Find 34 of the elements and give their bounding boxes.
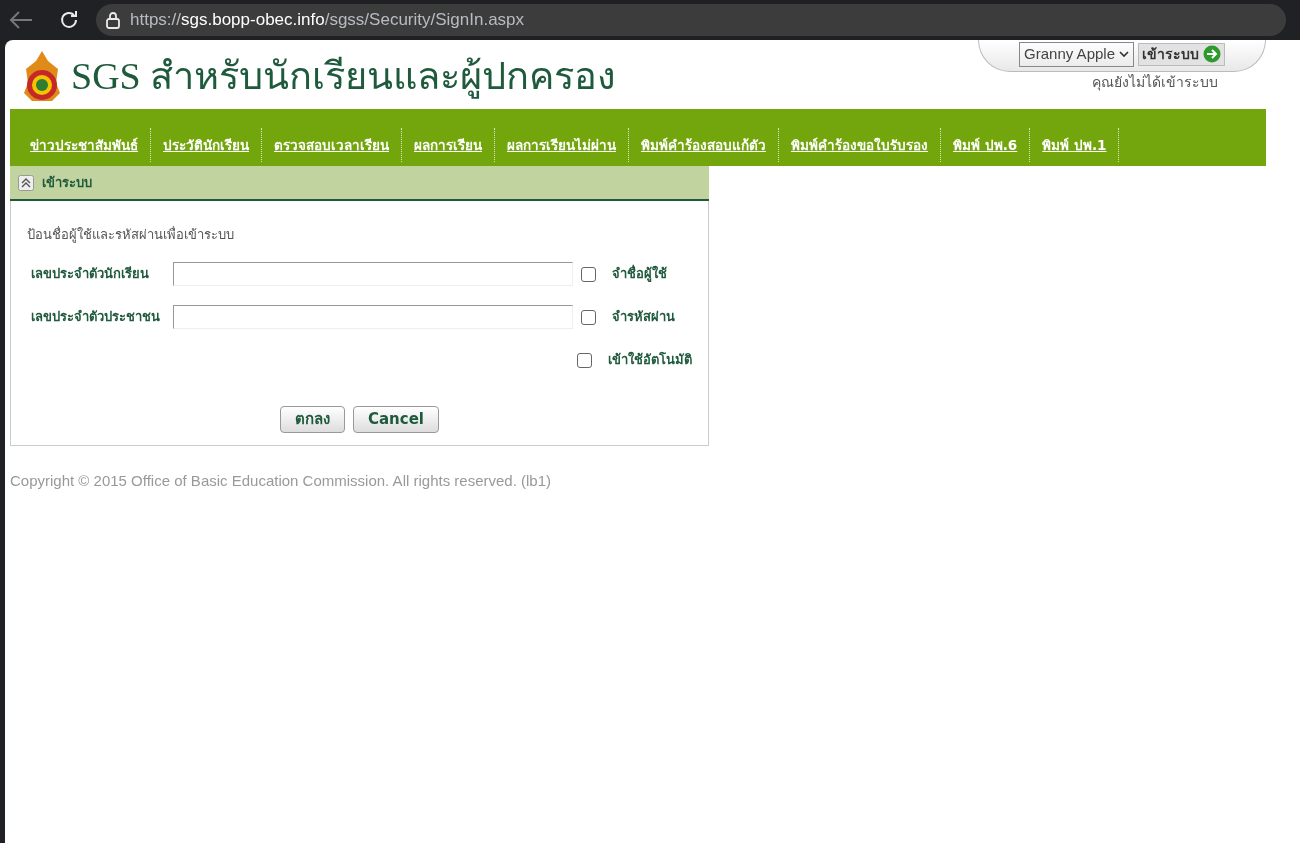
input-field[interactable] [173, 305, 573, 329]
site-title: SGS สำหรับนักเรียนและผู้ปกครอง [71, 54, 617, 101]
form-button[interactable]: Cancel [353, 405, 439, 433]
input-field[interactable] [173, 262, 573, 286]
menu-item[interactable]: ประวัตินักเรียน [151, 128, 262, 162]
checkbox-label[interactable]: จำรหัสผ่าน [612, 307, 675, 327]
checkbox-label[interactable]: เข้าใช้อัตโนมัติ [608, 350, 692, 370]
form-button[interactable]: ตกลง [280, 405, 345, 433]
reload-icon[interactable] [58, 9, 80, 31]
checkbox[interactable] [581, 309, 596, 325]
checkbox[interactable] [577, 352, 592, 368]
login-button[interactable]: เข้าระบบ [1138, 42, 1225, 66]
menu-item[interactable]: ข่าวประชาสัมพันธ์ [10, 128, 151, 162]
menu-item[interactable]: พิมพ์ ปพ.6 [941, 128, 1031, 162]
copyright-text: Copyright © 2015 Office of Basic Education Commission. All rights reserved. (lb1) [10, 471, 552, 491]
menu-item[interactable]: ตรวจสอบเวลาเรียน [262, 128, 402, 162]
menu-item[interactable]: พิมพ์คำร้องขอใบรับรอง [779, 128, 941, 162]
checkbox[interactable] [581, 266, 596, 282]
menu-item[interactable]: ผลการเรียนไม่ผ่าน [495, 128, 629, 162]
login-status: คุณยังไม่ได้เข้าระบบ [1092, 72, 1218, 93]
menu-item[interactable]: พิมพ์ ปพ.1 [1030, 128, 1120, 162]
menu-item[interactable]: ผลการเรียน [402, 128, 495, 162]
back-icon[interactable] [8, 10, 34, 30]
checkbox-label[interactable]: จำชื่อผู้ใช้ [612, 264, 667, 284]
panel-title: เข้าระบบ [42, 173, 92, 192]
instruction-text: ป้อนชื่อผู้ใช้และรหัสผ่านเพื่อเข้าระบบ [27, 225, 235, 245]
dropdown-icon [1119, 50, 1129, 58]
collapse-icon[interactable] [18, 174, 34, 191]
user-select[interactable]: Granny Apple [1019, 42, 1134, 67]
field-label: เลขประจำตัวประชาชน [31, 308, 161, 327]
url-field[interactable]: https://sgs.bopp-obec.info/sgss/Security/SignIn.aspx [96, 4, 1286, 36]
lock-icon[interactable] [104, 11, 122, 29]
field-label: เลขประจำตัวนักเรียน [31, 265, 150, 284]
menu-item[interactable]: พิมพ์คำร้องสอบแก้ตัว [629, 128, 779, 162]
